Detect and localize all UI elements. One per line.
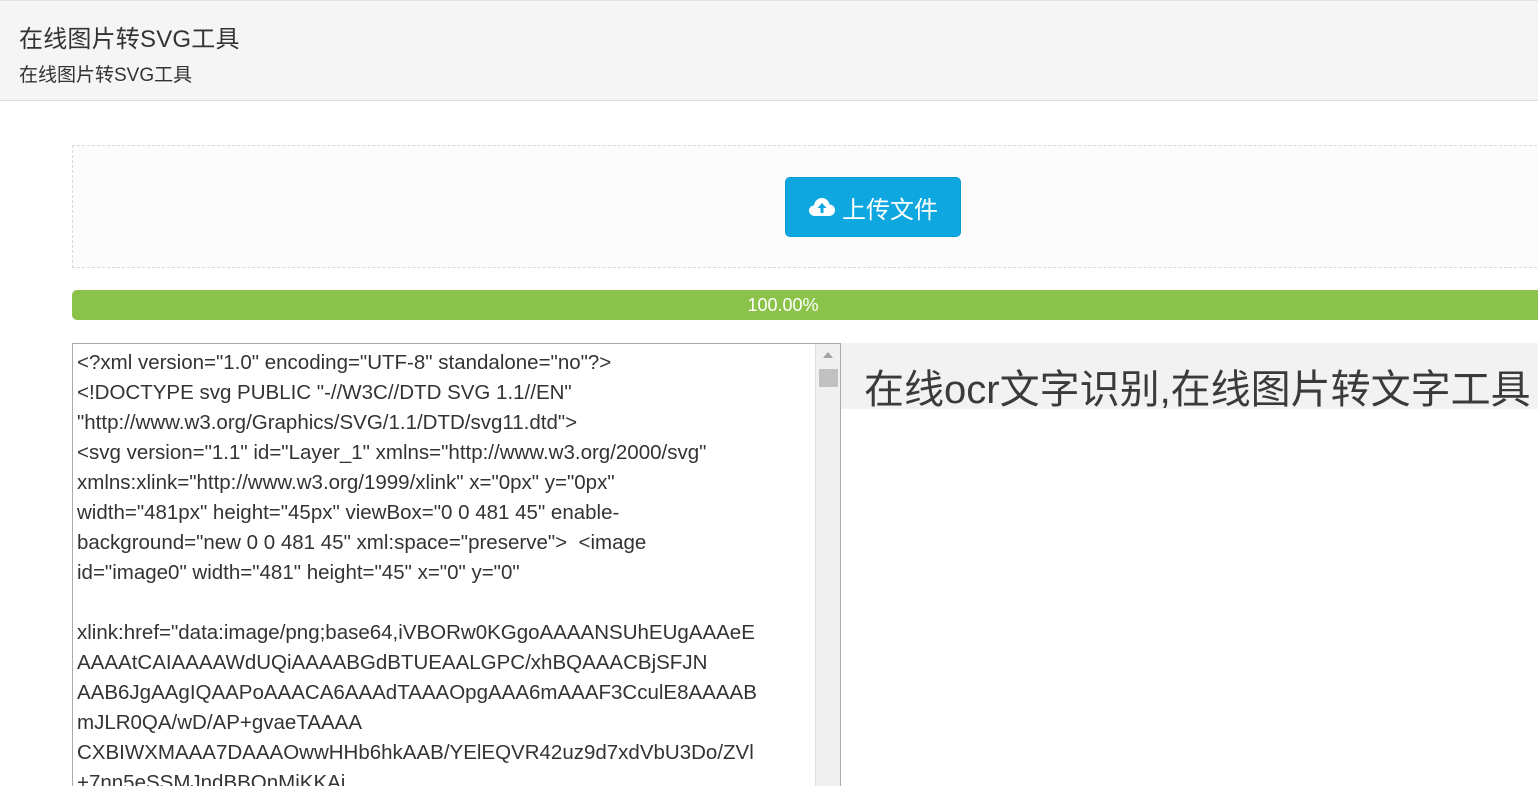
svg-preview-panel: 在线ocr文字识别,在线图片转文字工具 [841, 343, 1538, 409]
page-header: 在线图片转SVG工具 在线图片转SVG工具 [0, 0, 1538, 101]
page-title: 在线图片转SVG工具 [19, 26, 240, 53]
cloud-upload-icon [808, 196, 836, 218]
scroll-thumb[interactable] [819, 369, 838, 387]
svg-code-text: <?xml version="1.0" encoding="UTF-8" sta… [77, 351, 757, 786]
scroll-up-arrow-icon[interactable] [823, 352, 833, 358]
code-scrollbar[interactable] [815, 344, 840, 786]
preview-image-text: 在线ocr文字识别,在线图片转文字工具 [864, 368, 1531, 409]
page-subtitle: 在线图片转SVG工具 [19, 65, 193, 86]
upload-file-button[interactable]: 上传文件 [785, 177, 961, 237]
upload-progress-bar: 100.00% [72, 290, 1538, 320]
svg-code-textarea[interactable]: <?xml version="1.0" encoding="UTF-8" sta… [72, 343, 841, 786]
progress-label: 100.00% [747, 294, 819, 315]
progress-fill: 100.00% [72, 290, 1538, 320]
upload-button-label: 上传文件 [842, 196, 938, 224]
